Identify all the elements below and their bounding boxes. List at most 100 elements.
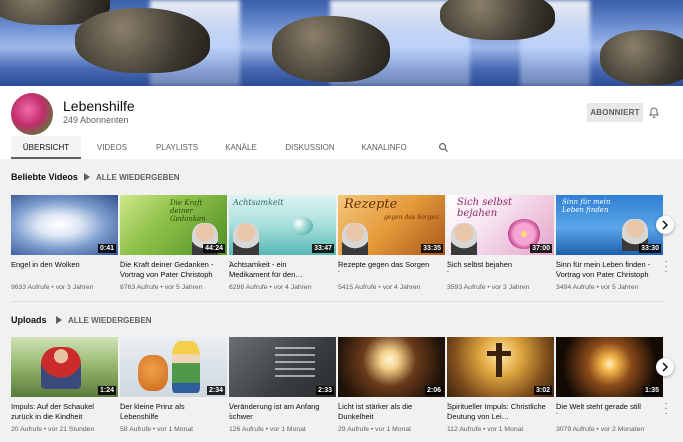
rock-decoration [600, 30, 683, 85]
rock-decoration [440, 0, 555, 40]
tab-channels[interactable]: KANÄLE [220, 136, 262, 159]
video-thumbnail[interactable]: Achtsamkeit 33:47 [229, 195, 336, 255]
video-meta: 8763 Aufrufe • vor 5 Jahren [120, 284, 203, 291]
video-meta: 29 Aufrufe • vor 1 Monat [338, 426, 412, 433]
play-icon [84, 173, 90, 181]
video-thumbnail[interactable]: 0:41 [11, 195, 118, 255]
person-on-swing [41, 347, 81, 389]
channel-tabs: ÜBERSICHT VIDEOS PLAYLISTS KANÄLE DISKUS… [0, 136, 683, 159]
more-options-icon[interactable]: · · · [663, 257, 669, 277]
rock-decoration [272, 16, 390, 82]
water-drop-graphic [291, 217, 313, 235]
speaker-portrait [451, 223, 477, 255]
more-options-icon[interactable]: · · · [663, 399, 669, 419]
text-graphic [275, 347, 315, 381]
tab-playlists[interactable]: PLAYLISTS [152, 136, 202, 159]
video-meta: 58 Aufrufe • vor 1 Monat [120, 426, 194, 433]
video-duration: 2:34 [206, 386, 225, 395]
cross-icon [496, 343, 502, 377]
video-duration: 37:00 [530, 244, 552, 253]
play-all-label: ALLE WIEDERGEBEN [96, 173, 180, 182]
thumbnail-caption: gegen das Sorgen [384, 214, 439, 221]
video-duration: 3:02 [533, 386, 552, 395]
video-thumbnail[interactable]: 2:33 [229, 337, 336, 397]
video-card[interactable]: 3:02 Spiritueller Impuls: Christliche De… [447, 337, 559, 433]
bell-icon[interactable] [648, 106, 660, 119]
video-title[interactable]: Die Kraft deiner Gedanken - Vortrag von … [120, 260, 220, 280]
video-duration: 1:24 [97, 386, 116, 395]
video-meta: 3593 Aufrufe • vor 3 Jahren [447, 284, 530, 291]
chevron-right-icon [662, 362, 669, 372]
chevron-right-icon [662, 220, 669, 230]
video-thumbnail[interactable]: Rezepte gegen das Sorgen 33:35 [338, 195, 445, 255]
video-card[interactable]: 2:33 Veränderung ist am Anfang schwer 12… [229, 337, 341, 433]
next-uploads-button[interactable] [656, 358, 674, 376]
video-title[interactable]: Rezepte gegen das Sorgen [338, 260, 438, 280]
section-divider [11, 301, 663, 302]
video-title[interactable]: Veränderung ist am Anfang schwer [229, 402, 329, 422]
video-thumbnail[interactable]: 3:02 [447, 337, 554, 397]
video-thumbnail[interactable]: 1:24 [11, 337, 118, 397]
section-title-popular: Beliebte Videos [11, 172, 78, 182]
video-card[interactable]: 2:34 Der kleine Prinz als Lebenshilfe 58… [120, 337, 232, 433]
video-card[interactable]: Rezepte gegen das Sorgen 33:35 Rezepte g… [338, 195, 450, 291]
tab-discussion[interactable]: DISKUSSION [282, 136, 338, 159]
video-meta: 112 Aufrufe • vor 1 Monat [447, 426, 524, 433]
video-title[interactable]: Sich selbst bejahen [447, 260, 547, 280]
subscriber-count: 249 Abonnenten [63, 115, 129, 125]
fox-figure [138, 355, 168, 391]
video-card[interactable]: Sinn für mein Leben finden 33:30 Sinn fü… [556, 195, 668, 291]
video-duration: 44:24 [203, 244, 225, 253]
video-title[interactable]: Sinn für mein Leben finden - Vortrag von… [556, 260, 656, 280]
tab-about[interactable]: KANALINFO [356, 136, 412, 159]
video-thumbnail[interactable]: Die Kraft deiner Gedanken 44:24 [120, 195, 227, 255]
video-thumbnail[interactable]: Sinn für mein Leben finden 33:30 [556, 195, 663, 255]
video-duration: 33:35 [421, 244, 443, 253]
video-duration: 33:47 [312, 244, 334, 253]
next-popular-button[interactable] [656, 216, 674, 234]
search-icon[interactable] [438, 142, 449, 153]
video-thumbnail[interactable]: 1:35 [556, 337, 663, 397]
video-thumbnail[interactable]: 2:06 [338, 337, 445, 397]
video-meta: 126 Aufrufe • vor 1 Monat [229, 426, 306, 433]
rock-decoration [75, 8, 210, 73]
video-card[interactable]: 0:41 Engel in den Wolken 9633 Aufrufe • … [11, 195, 123, 291]
thumbnail-caption: Rezepte [344, 197, 398, 212]
video-card[interactable]: 1:35 Die Welt steht gerade still 3079 Au… [556, 337, 668, 433]
channel-name: Lebenshilfe [63, 98, 135, 114]
video-thumbnail[interactable]: 2:34 [120, 337, 227, 397]
video-title[interactable]: Achtsamkeit - ein Medikament für den… [229, 260, 329, 280]
video-duration: 0:41 [97, 244, 116, 253]
video-title[interactable]: Impuls: Auf der Schaukel zurück in die K… [11, 402, 111, 422]
thumbnail-caption: Sich selbst bejahen [457, 197, 513, 219]
play-all-label: ALLE WIEDERGEBEN [68, 316, 152, 325]
video-card[interactable]: 2:06 Licht ist stärker als die Dunkelhei… [338, 337, 450, 433]
video-meta: 3494 Aufrufe • vor 5 Jahren [556, 284, 639, 291]
subscribe-button[interactable]: ABONNIERT [587, 103, 643, 122]
thumbnail-caption: Sinn für mein Leben finden [562, 198, 611, 214]
video-meta: 9633 Aufrufe • vor 3 Jahren [11, 284, 94, 291]
speaker-portrait [342, 223, 368, 255]
avatar[interactable] [11, 93, 53, 135]
video-duration: 2:06 [424, 386, 443, 395]
video-meta: 3079 Aufrufe • vor 2 Monaten [556, 426, 645, 433]
video-title[interactable]: Der kleine Prinz als Lebenshilfe [120, 402, 220, 422]
video-duration: 1:35 [642, 386, 661, 395]
video-thumbnail[interactable]: Sich selbst bejahen 37:00 [447, 195, 554, 255]
video-meta: 20 Aufrufe • vor 21 Stunden [11, 426, 95, 433]
video-duration: 2:33 [315, 386, 334, 395]
play-all-uploads-button[interactable]: ALLE WIEDERGEBEN [56, 316, 152, 325]
video-card[interactable]: Die Kraft deiner Gedanken 44:24 Die Kraf… [120, 195, 232, 291]
video-title[interactable]: Spiritueller Impuls: Christliche Deutung… [447, 402, 547, 422]
video-card[interactable]: 1:24 Impuls: Auf der Schaukel zurück in … [11, 337, 123, 433]
little-prince-figure [172, 341, 200, 393]
tab-overview[interactable]: ÜBERSICHT [11, 136, 81, 159]
video-title[interactable]: Die Welt steht gerade still [556, 402, 656, 422]
video-title[interactable]: Licht ist stärker als die Dunkelheit [338, 402, 438, 422]
tab-videos[interactable]: VIDEOS [90, 136, 134, 159]
video-duration: 33:30 [639, 244, 661, 253]
play-all-popular-button[interactable]: ALLE WIEDERGEBEN [84, 173, 180, 182]
video-card[interactable]: Achtsamkeit 33:47 Achtsamkeit - ein Medi… [229, 195, 341, 291]
video-card[interactable]: Sich selbst bejahen 37:00 Sich selbst be… [447, 195, 559, 291]
video-title[interactable]: Engel in den Wolken [11, 260, 111, 280]
